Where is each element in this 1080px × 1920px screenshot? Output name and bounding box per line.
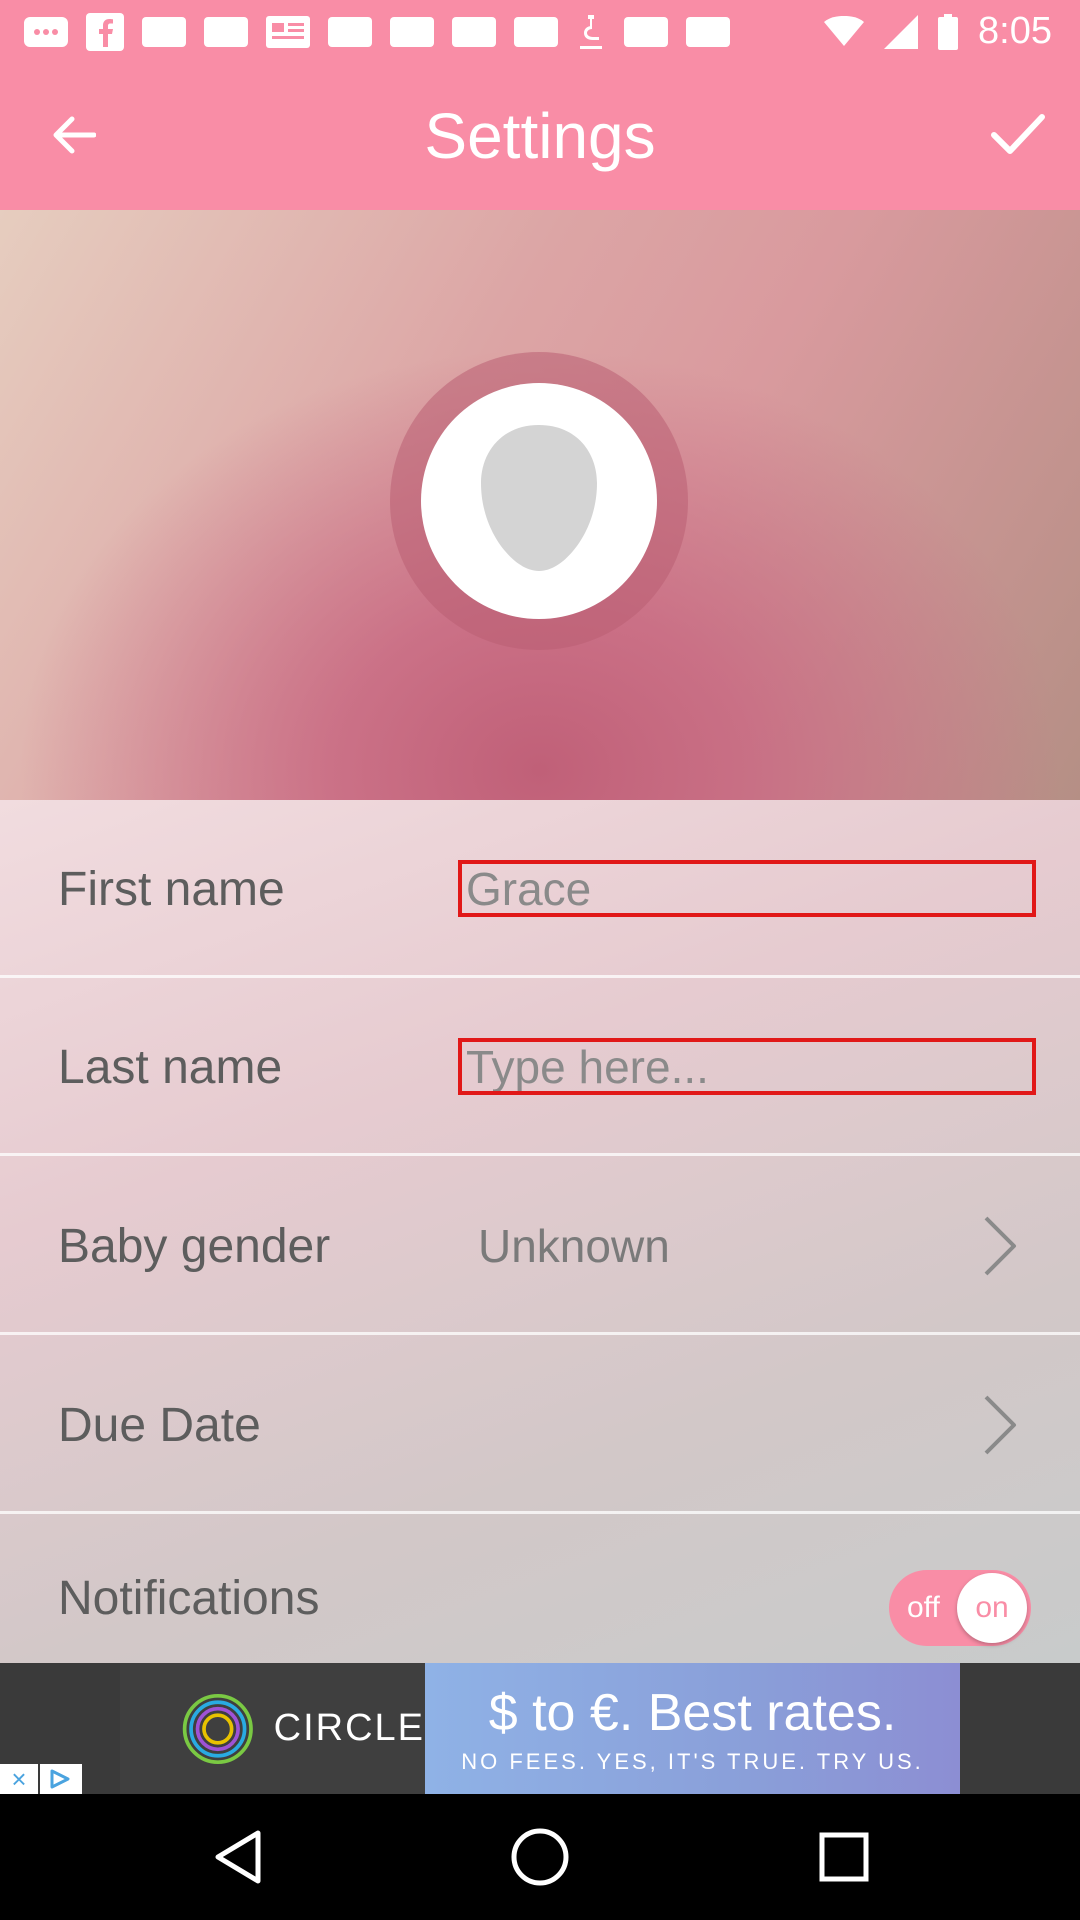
notifications-label: Notifications <box>58 1571 320 1625</box>
confirm-button[interactable] <box>982 97 1054 169</box>
notification-square-icon <box>686 16 730 47</box>
page-title: Settings <box>424 100 656 172</box>
notification-square-icon <box>142 16 186 47</box>
due-date-row[interactable]: Due Date <box>0 1336 1080 1514</box>
toggle-off-label: off <box>907 1591 940 1624</box>
notification-square-icon <box>514 16 558 47</box>
nav-home-button[interactable] <box>510 1827 570 1887</box>
baby-gender-row[interactable]: Baby gender Unknown <box>0 1157 1080 1335</box>
ad-brand-panel: CIRCLE <box>120 1663 425 1794</box>
notification-icons <box>24 12 824 51</box>
notification-square-icon <box>328 16 372 47</box>
due-date-label: Due Date <box>58 1398 261 1452</box>
notification-square-icon <box>390 16 434 47</box>
notification-square-icon <box>204 16 248 47</box>
baby-gender-label: Baby gender <box>58 1219 331 1273</box>
news-icon <box>266 15 310 48</box>
facebook-icon <box>86 12 124 51</box>
circle-logo-icon <box>182 1693 253 1764</box>
last-name-label: Last name <box>58 1040 283 1094</box>
system-nav-bar <box>0 1794 1080 1920</box>
app-bar: Settings <box>0 63 1080 210</box>
nav-recents-button[interactable] <box>814 1827 874 1887</box>
more-icon <box>24 16 68 47</box>
triangle-back-icon <box>215 1830 261 1884</box>
chevron-right-icon <box>976 1393 1024 1457</box>
status-bar: 8:05 <box>0 0 1080 63</box>
last-name-row: Last name <box>0 978 1080 1156</box>
nav-back-button[interactable] <box>208 1827 268 1887</box>
notification-square-icon <box>452 16 496 47</box>
first-name-row: First name <box>0 800 1080 978</box>
last-name-field[interactable] <box>458 1038 1036 1095</box>
clock: 8:05 <box>978 10 1052 52</box>
first-name-field[interactable] <box>458 860 1036 917</box>
profile-header <box>0 210 1080 800</box>
settings-form: First name Last name Baby gender Unknown… <box>0 800 1080 1663</box>
user-silhouette-icon <box>481 425 597 571</box>
notifications-toggle[interactable]: off on <box>889 1570 1031 1646</box>
wifi-icon <box>824 15 865 46</box>
signal-icon <box>884 14 919 49</box>
baby-gender-value: Unknown <box>478 1220 670 1272</box>
microscope-icon <box>580 14 602 49</box>
first-name-label: First name <box>58 862 285 916</box>
ad-banner[interactable]: CIRCLE $ to €. Best rates. NO FEES. YES,… <box>0 1663 1080 1794</box>
square-recents-icon <box>819 1832 869 1882</box>
ad-headline: $ to €. Best rates. <box>488 1683 897 1742</box>
toggle-knob: on <box>957 1573 1027 1643</box>
ad-brand: CIRCLE <box>273 1707 425 1749</box>
circle-home-icon <box>511 1828 569 1886</box>
ad-subtext: NO FEES. YES, IT'S TRUE. TRY US. <box>461 1748 924 1774</box>
avatar[interactable] <box>421 383 657 619</box>
ad-choices-icon[interactable] <box>40 1764 82 1794</box>
ad-content[interactable]: CIRCLE $ to €. Best rates. NO FEES. YES,… <box>120 1663 960 1794</box>
chevron-right-icon <box>976 1214 1024 1278</box>
check-icon <box>991 114 1045 154</box>
ad-message-panel: $ to €. Best rates. NO FEES. YES, IT'S T… <box>425 1663 960 1794</box>
notification-square-icon <box>624 16 668 47</box>
status-right: 8:05 <box>824 10 1052 53</box>
ad-close-button[interactable]: × <box>0 1764 38 1794</box>
battery-icon <box>938 13 959 50</box>
